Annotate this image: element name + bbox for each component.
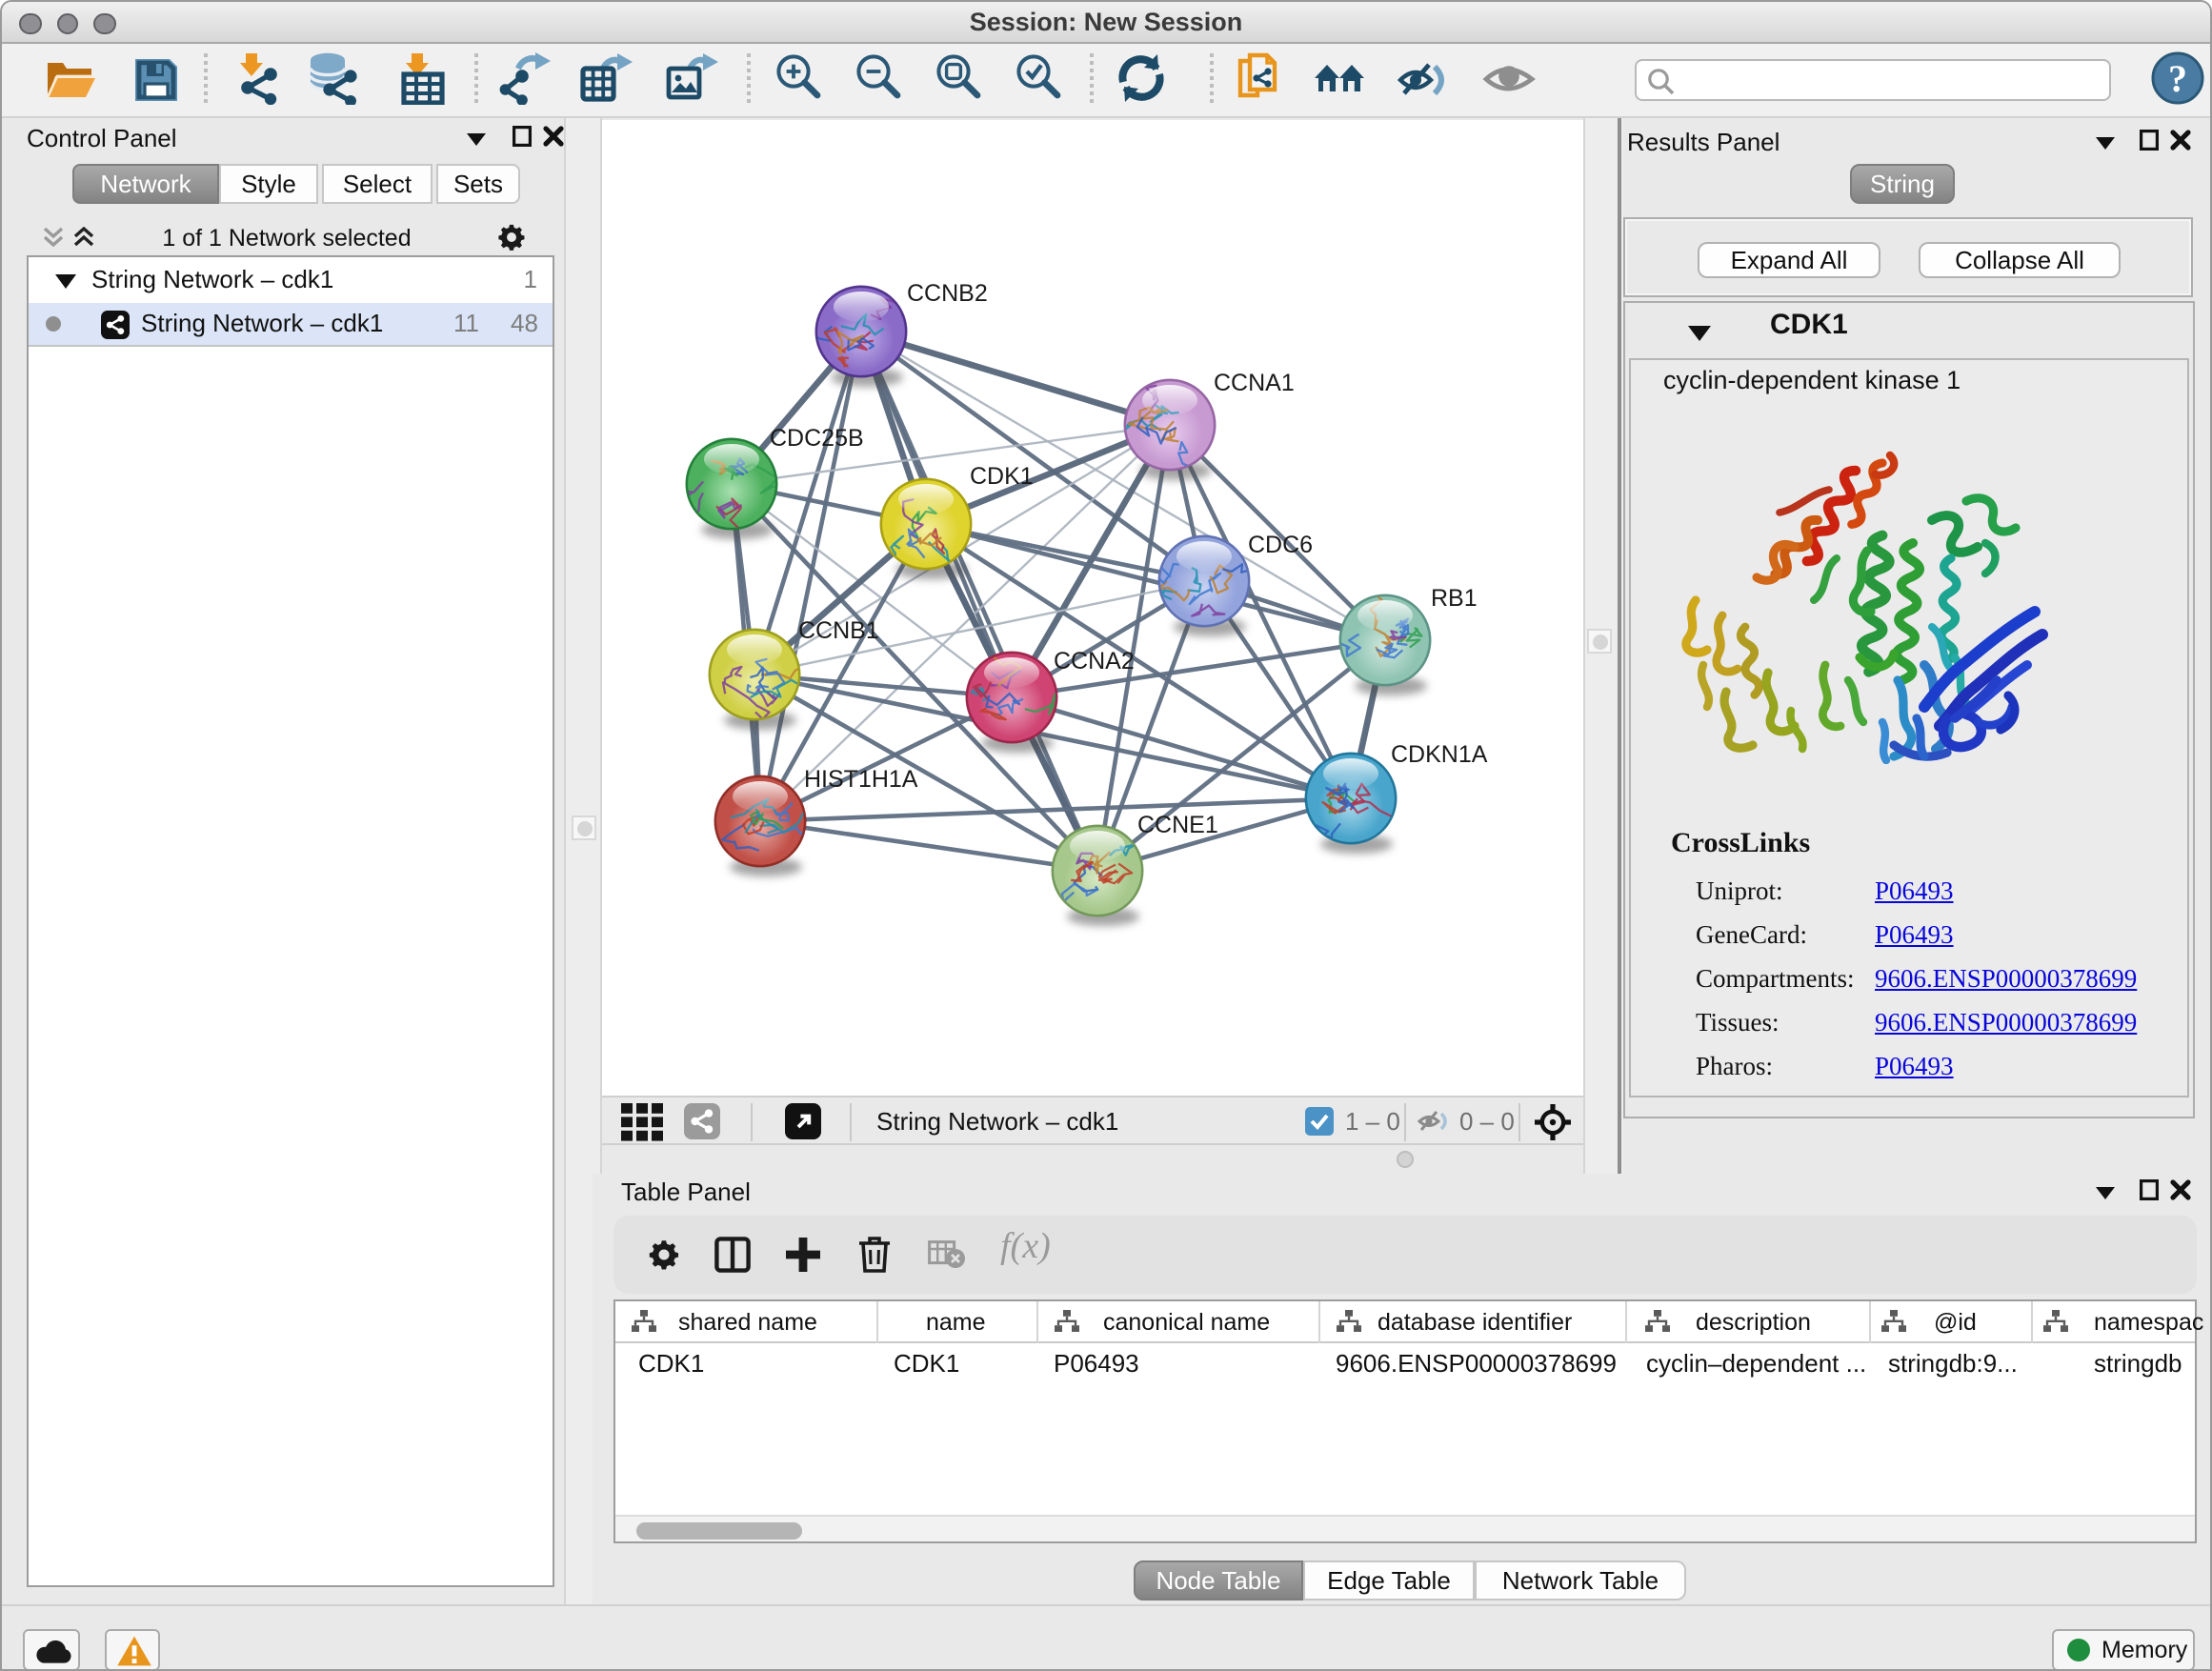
svg-text:CDC6: CDC6 (1248, 532, 1313, 558)
svg-text:CCNE1: CCNE1 (1137, 812, 1218, 838)
svg-text:RB1: RB1 (1431, 585, 1478, 612)
svg-text:?: ? (2168, 57, 2187, 100)
svg-text:CCNB2: CCNB2 (907, 280, 988, 307)
svg-text:CDKN1A: CDKN1A (1391, 741, 1488, 768)
svg-text:CDK1: CDK1 (970, 463, 1034, 490)
svg-text:CCNA1: CCNA1 (1214, 370, 1295, 396)
svg-text:CDC25B: CDC25B (770, 425, 864, 452)
svg-text:CCNA2: CCNA2 (1054, 648, 1135, 674)
svg-text:CCNB1: CCNB1 (798, 617, 879, 644)
svg-text:HIST1H1A: HIST1H1A (804, 766, 918, 793)
